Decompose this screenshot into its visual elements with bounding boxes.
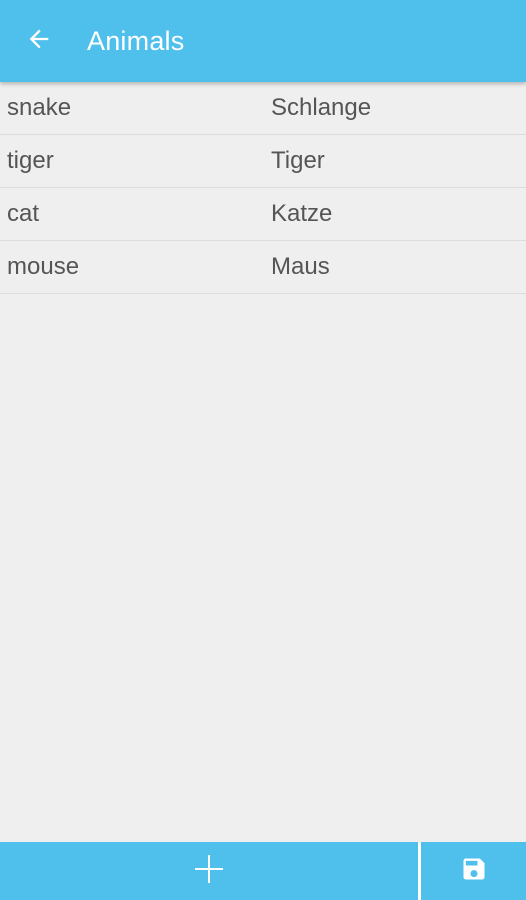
german-word: Katze bbox=[271, 200, 333, 227]
english-word: cat bbox=[7, 200, 40, 227]
back-button[interactable] bbox=[0, 0, 78, 82]
plus-icon bbox=[194, 854, 224, 889]
app-screen: Animals snake Schlange tiger Tiger cat K… bbox=[0, 0, 526, 900]
add-button[interactable] bbox=[0, 842, 418, 900]
german-word: Tiger bbox=[271, 147, 325, 174]
toolbar: Animals bbox=[0, 0, 526, 82]
page-title: Animals bbox=[87, 25, 185, 56]
vocabulary-row[interactable]: mouse Maus bbox=[0, 241, 526, 294]
bottom-action-bar bbox=[0, 842, 526, 900]
vocabulary-row[interactable]: cat Katze bbox=[0, 188, 526, 241]
english-word: snake bbox=[7, 94, 72, 121]
german-word: Schlange bbox=[271, 94, 372, 121]
vocabulary-list: snake Schlange tiger Tiger cat Katze mou… bbox=[0, 82, 526, 294]
save-button[interactable] bbox=[421, 842, 526, 900]
english-word: tiger bbox=[7, 147, 54, 174]
english-word: mouse bbox=[7, 253, 80, 280]
floppy-disk-icon bbox=[460, 855, 488, 888]
vocabulary-row[interactable]: snake Schlange bbox=[0, 82, 526, 135]
vocabulary-row[interactable]: tiger Tiger bbox=[0, 135, 526, 188]
arrow-left-icon bbox=[25, 25, 53, 58]
german-word: Maus bbox=[271, 253, 330, 280]
